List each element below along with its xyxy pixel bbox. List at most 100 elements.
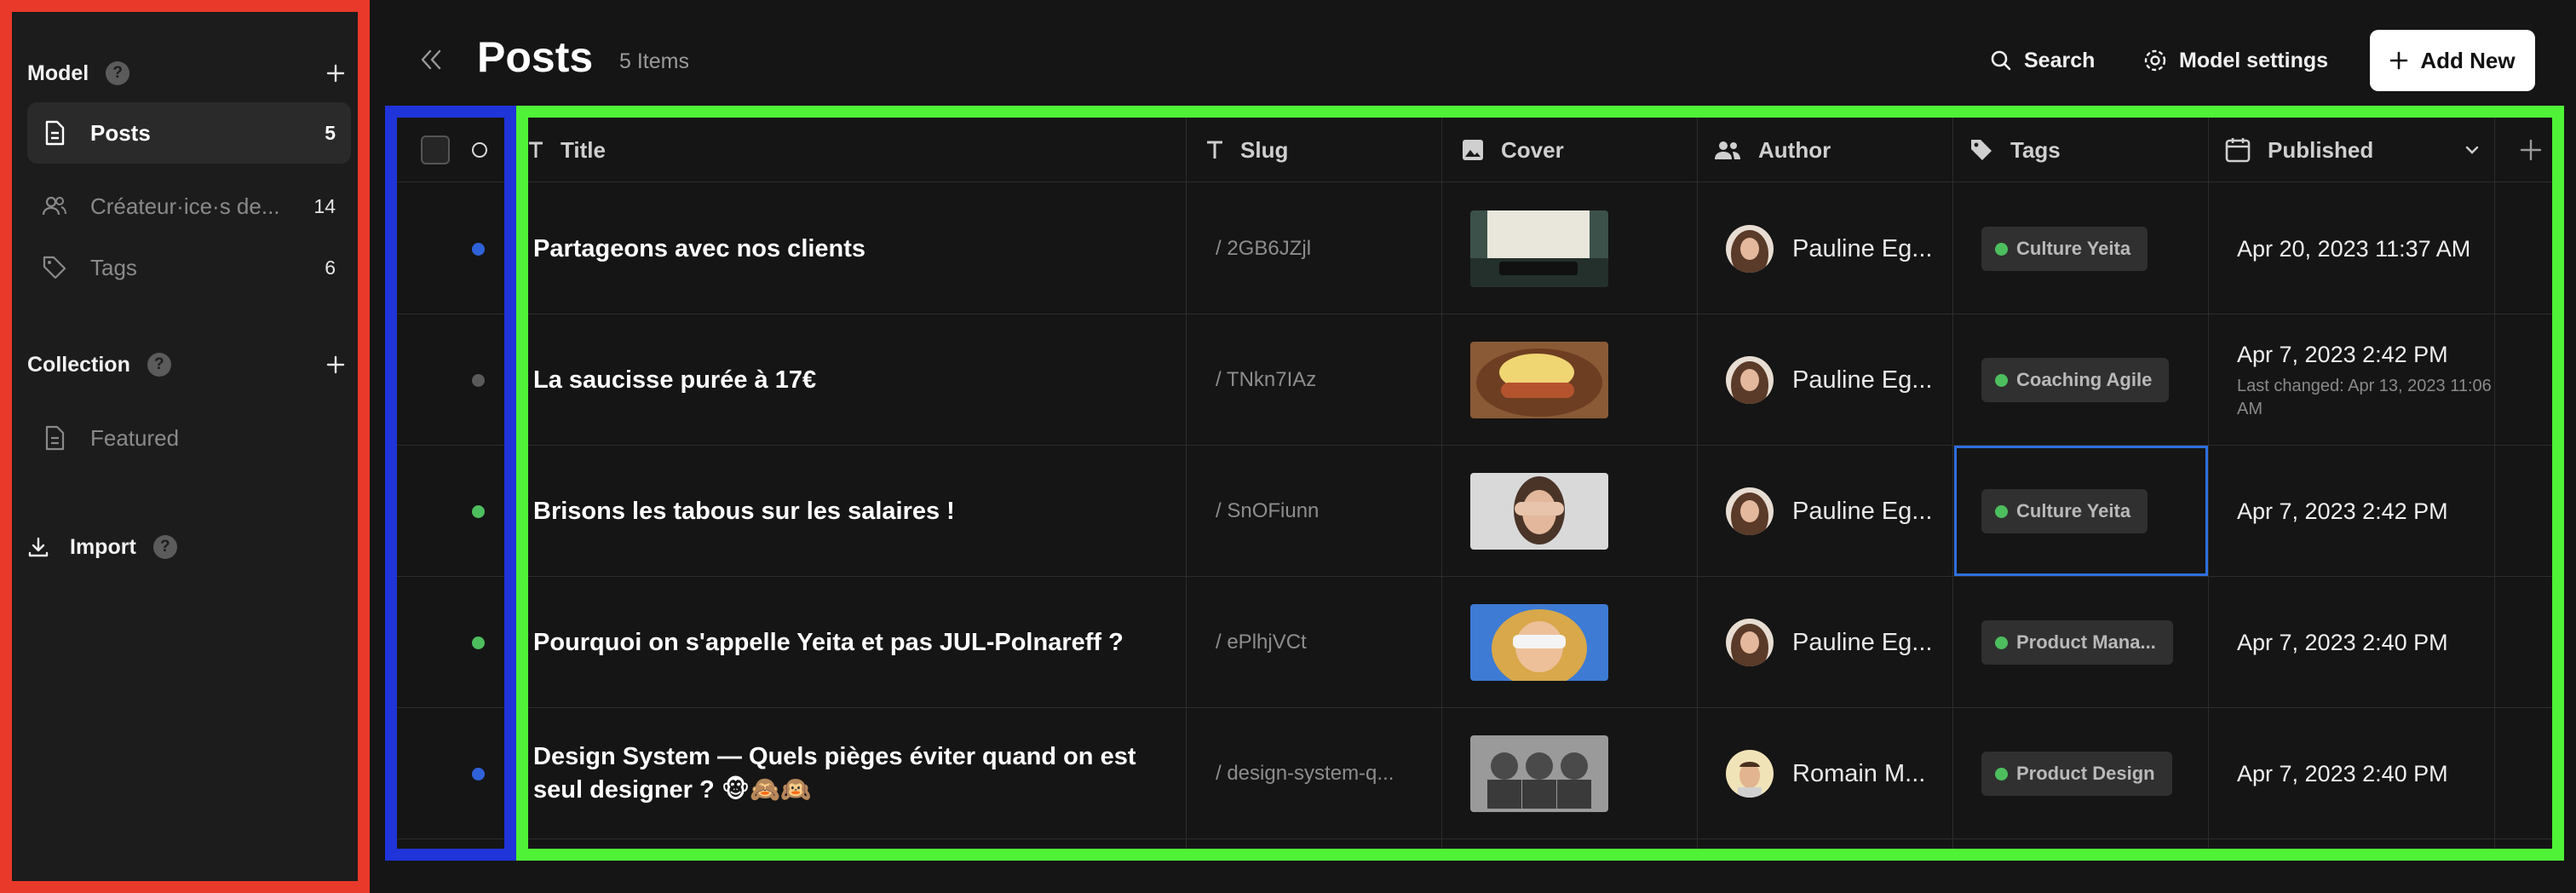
status-dot	[472, 374, 485, 387]
search-icon	[1991, 50, 2011, 71]
status-dot	[472, 637, 485, 649]
sidebar-item-label: Créateur·ice·s de...	[90, 193, 280, 219]
published-cell[interactable]: Apr 7, 2023 2:40 PM	[2237, 708, 2510, 839]
items-count: 5 Items	[619, 49, 689, 73]
cover-image	[1470, 735, 1608, 812]
help-icon[interactable]: ?	[106, 61, 130, 85]
status-dot	[472, 243, 485, 256]
cover-cell[interactable]	[1470, 314, 1608, 446]
published-cell[interactable]: Apr 20, 2023 11:37 AM	[2237, 183, 2510, 314]
sidebar-item-createurs[interactable]: Créateur·ice·s de... 14	[27, 176, 351, 237]
tag-icon	[1971, 140, 1992, 160]
tag-icon	[41, 254, 68, 281]
table-row[interactable]: Pourquoi on s'appelle Yeita et pas JUL-P…	[385, 577, 2564, 708]
slug-cell[interactable]: / TNkn7IAz	[1216, 314, 1316, 446]
last-changed-text: Last changed: Apr 13, 2023 11:06 AM	[2237, 377, 2492, 418]
import-button[interactable]: Import ?	[27, 527, 351, 567]
cover-cell[interactable]	[1470, 183, 1608, 314]
add-new-button[interactable]: Add New	[2370, 30, 2535, 91]
slug-cell[interactable]: / SnOFiunn	[1216, 446, 1319, 577]
document-icon	[41, 424, 68, 452]
model-settings-label: Model settings	[2179, 48, 2329, 72]
column-title[interactable]: Title	[528, 118, 606, 182]
slug-cell[interactable]: / ePlhjVCt	[1216, 577, 1307, 708]
author-cell[interactable]: Pauline Eg...	[1726, 314, 1932, 446]
table-row[interactable]: La saucisse purée à 17€ / TNkn7IAz Pauli…	[385, 314, 2564, 446]
tags-cell[interactable]: Coaching Agile	[1981, 314, 2170, 446]
import-label: Import	[70, 534, 136, 559]
text-type-icon	[1207, 141, 1222, 158]
sidebar-item-featured[interactable]: Featured	[27, 407, 351, 469]
cover-cell[interactable]	[1470, 708, 1608, 839]
column-sort-dropdown[interactable]	[2465, 118, 2496, 182]
cover-image	[1470, 342, 1608, 418]
published-cell[interactable]: Apr 7, 2023 2:40 PM	[2237, 577, 2510, 708]
model-label: Model	[27, 60, 89, 85]
tags-cell[interactable]: Product Design	[1981, 708, 2172, 839]
help-icon[interactable]: ?	[152, 535, 177, 559]
column-author[interactable]: Author	[1714, 118, 1831, 182]
avatar	[1726, 356, 1774, 404]
cover-image	[1470, 210, 1608, 287]
author-cell[interactable]: Romain M...	[1726, 708, 1925, 839]
sidebar-item-label: Tags	[90, 254, 137, 280]
search-label: Search	[2024, 48, 2096, 72]
image-icon	[1463, 140, 1483, 160]
table-header: Title Slug Cover Author Tags Published	[385, 118, 2564, 182]
tag-chip[interactable]: Coaching Agile	[1981, 358, 2170, 402]
plus-icon	[2390, 51, 2408, 70]
calendar-icon	[2225, 138, 2251, 163]
plus-icon	[326, 64, 345, 83]
column-slug[interactable]: Slug	[1206, 118, 1288, 182]
plus-icon	[326, 355, 345, 374]
add-collection-button[interactable]	[320, 349, 351, 380]
published-cell[interactable]: Apr 7, 2023 2:42 PM Last changed: Apr 13…	[2237, 314, 2510, 446]
slug-cell[interactable]: / 2GB6JZjl	[1216, 183, 1311, 314]
model-section-header: Model ?	[27, 53, 351, 94]
author-cell[interactable]: Pauline Eg...	[1726, 183, 1932, 314]
table-row[interactable]: Brisons les tabous sur les salaires ! / …	[385, 446, 2564, 577]
cover-cell[interactable]	[1470, 577, 1608, 708]
author-cell[interactable]: Pauline Eg...	[1726, 446, 1932, 577]
text-type-icon	[529, 141, 543, 158]
tags-cell[interactable]: Product Mana...	[1981, 577, 2173, 708]
slug-cell[interactable]: / design-system-q...	[1216, 708, 1394, 839]
cover-cell[interactable]	[1470, 446, 1608, 577]
sidebar-item-count: 5	[325, 121, 336, 144]
column-published[interactable]: Published	[2225, 118, 2373, 182]
column-cover[interactable]: Cover	[1462, 118, 1564, 182]
add-new-label: Add New	[2420, 47, 2516, 73]
select-all-checkbox[interactable]	[421, 118, 450, 182]
tag-chip[interactable]: Culture Yeita	[1981, 227, 2148, 271]
model-settings-button[interactable]: Model settings	[2143, 39, 2328, 82]
document-icon	[41, 119, 68, 147]
avatar	[1726, 750, 1774, 798]
download-icon	[27, 536, 49, 558]
add-column-button[interactable]	[2520, 118, 2559, 182]
chevron-down-icon	[2465, 146, 2479, 154]
avatar	[1726, 619, 1774, 666]
double-chevron-left-icon	[421, 49, 441, 70]
table-row[interactable]: Design System — Quels pièges éviter quan…	[385, 708, 2564, 839]
title-cell[interactable]: Partageons avec nos clients	[533, 183, 1164, 314]
collection-label: Collection	[27, 352, 130, 377]
title-cell[interactable]: Brisons les tabous sur les salaires !	[533, 446, 1164, 577]
published-cell[interactable]: Apr 7, 2023 2:42 PM	[2237, 446, 2510, 577]
search-button[interactable]: Search	[1990, 39, 2095, 82]
add-model-button[interactable]	[320, 58, 351, 89]
tag-chip[interactable]: Product Mana...	[1981, 620, 2173, 665]
title-cell[interactable]: Design System — Quels pièges éviter quan…	[533, 708, 1164, 839]
tags-cell[interactable]: Culture Yeita	[1981, 183, 2148, 314]
cover-image	[1470, 473, 1608, 550]
title-cell[interactable]: La saucisse purée à 17€	[533, 314, 1164, 446]
collapse-sidebar-button[interactable]	[412, 41, 450, 78]
title-cell[interactable]: Pourquoi on s'appelle Yeita et pas JUL-P…	[533, 577, 1164, 708]
tag-chip[interactable]: Product Design	[1981, 752, 2172, 796]
help-icon[interactable]: ?	[147, 353, 171, 377]
column-tags[interactable]: Tags	[1969, 118, 2061, 182]
author-cell[interactable]: Pauline Eg...	[1726, 577, 1932, 708]
page-title: Posts	[477, 33, 594, 81]
sidebar-item-tags[interactable]: Tags 6	[27, 237, 351, 298]
table-row[interactable]: Partageons avec nos clients / 2GB6JZjl P…	[385, 183, 2564, 314]
sidebar-item-posts[interactable]: Posts 5	[27, 102, 351, 164]
